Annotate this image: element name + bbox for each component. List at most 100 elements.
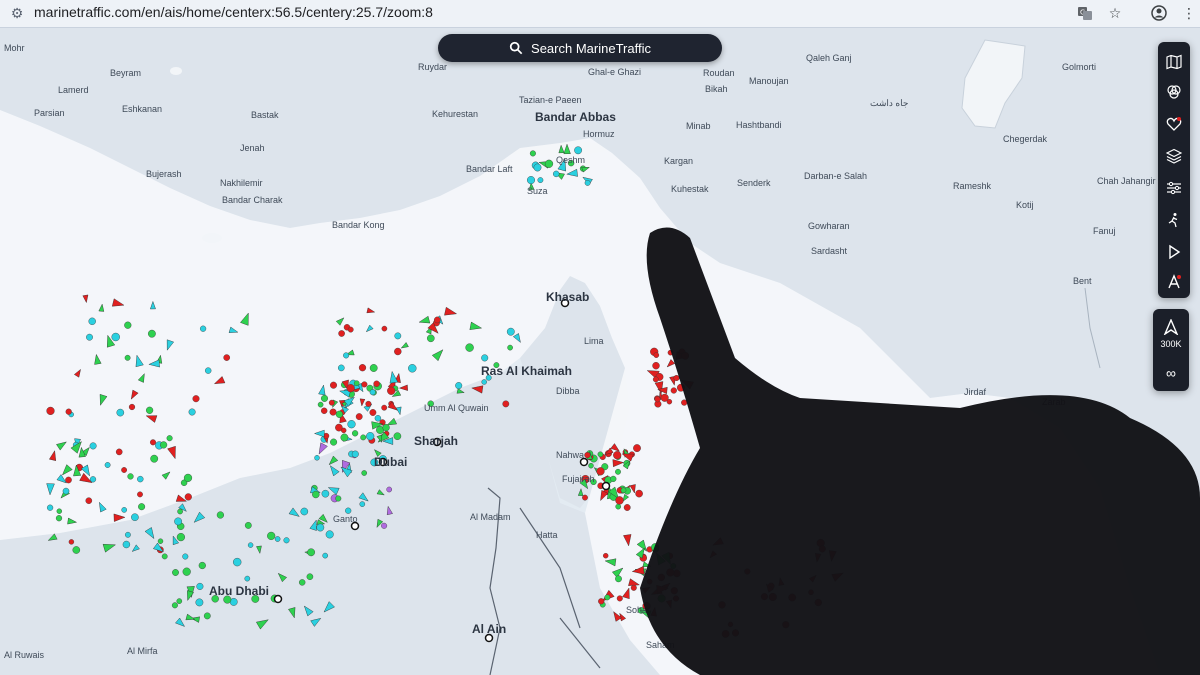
vessel-arrow[interactable]	[167, 445, 176, 460]
vessel-dot[interactable]	[426, 334, 435, 343]
vessel-dot[interactable]	[610, 475, 617, 483]
vessel-arrow[interactable]	[130, 389, 139, 400]
vessel-dot[interactable]	[672, 595, 680, 602]
vessel-arrow[interactable]	[327, 487, 340, 496]
vessel-arrow[interactable]	[56, 441, 67, 451]
profile-icon[interactable]	[1150, 5, 1168, 23]
vessel-dot[interactable]	[341, 427, 347, 434]
vessel-arrow[interactable]	[365, 324, 374, 333]
vessel-dot[interactable]	[630, 584, 637, 591]
vessel-dot[interactable]	[161, 553, 168, 560]
route-icon[interactable]	[1162, 270, 1186, 294]
vessel-arrow[interactable]	[641, 586, 651, 594]
vessel-arrow[interactable]	[67, 517, 78, 525]
vessel-dot[interactable]	[670, 387, 677, 394]
vessel-dot[interactable]	[335, 495, 342, 502]
vessel-dot[interactable]	[128, 403, 136, 411]
vessel-dot[interactable]	[465, 343, 474, 352]
vessel-arrow[interactable]	[144, 527, 155, 540]
vessel-arrow[interactable]	[622, 587, 630, 600]
vessel-dot[interactable]	[620, 487, 627, 494]
vessel-dot[interactable]	[115, 448, 123, 456]
vessel-arrow[interactable]	[288, 607, 296, 619]
vessel-dot[interactable]	[127, 473, 134, 480]
vessel-arrow[interactable]	[47, 533, 58, 541]
vessel-dot[interactable]	[137, 491, 143, 498]
vessel-arrow[interactable]	[145, 415, 158, 423]
vessel-arrow[interactable]	[469, 321, 483, 330]
vessel-arrow[interactable]	[161, 471, 171, 480]
vessel-markers-layer[interactable]	[0, 28, 1200, 675]
vessel-dot[interactable]	[670, 563, 677, 569]
filter-icon[interactable]	[1162, 80, 1186, 104]
url-text[interactable]: marinetraffic.com/en/ais/home/centerx:56…	[34, 4, 433, 20]
vessel-dot[interactable]	[122, 540, 131, 549]
vessel-dot[interactable]	[316, 523, 325, 532]
vessel-dot[interactable]	[204, 367, 212, 374]
vessel-arrow[interactable]	[187, 590, 195, 602]
vessel-dot[interactable]	[604, 594, 611, 601]
vessel-dot[interactable]	[623, 504, 631, 511]
vessel-arrow[interactable]	[828, 550, 837, 562]
vessel-arrow[interactable]	[444, 306, 458, 316]
vessel-dot[interactable]	[808, 589, 814, 596]
vessel-dot[interactable]	[653, 352, 660, 358]
vessel-dot[interactable]	[633, 444, 641, 452]
vessel-dot[interactable]	[681, 351, 690, 360]
vessel-arrow[interactable]	[148, 359, 160, 368]
vessel-dot[interactable]	[89, 442, 97, 450]
vessel-dot[interactable]	[673, 375, 680, 382]
vessel-arrow[interactable]	[577, 488, 584, 496]
vessel-dot[interactable]	[216, 511, 225, 519]
play-icon[interactable]	[1162, 240, 1186, 264]
vessel-dot[interactable]	[768, 592, 777, 602]
vessel-arrow[interactable]	[642, 561, 652, 568]
vessel-arrow[interactable]	[650, 606, 657, 617]
vessel-dot[interactable]	[149, 439, 156, 446]
vessel-dot[interactable]	[613, 451, 622, 460]
vessel-dot[interactable]	[574, 146, 582, 155]
infinity-button[interactable]: ∞	[1153, 365, 1189, 381]
site-info-icon[interactable]: ⚙	[8, 5, 26, 23]
vessel-arrow[interactable]	[398, 384, 408, 391]
vessel-arrow[interactable]	[150, 300, 156, 310]
vessel-arrow[interactable]	[636, 539, 647, 552]
vessel-dot[interactable]	[455, 382, 463, 390]
vessel-dot[interactable]	[394, 347, 402, 356]
map-canvas[interactable]: Mohr Ruydar Qaleh Ganj Golmorti Beyram Ghal-e…	[0, 28, 1200, 675]
vessel-dot[interactable]	[337, 364, 345, 372]
vessel-dot[interactable]	[386, 486, 393, 493]
vessel-arrow[interactable]	[318, 384, 326, 396]
vessel-arrow[interactable]	[778, 577, 785, 586]
search-bar[interactable]: Search MarineTraffic	[438, 34, 722, 62]
vessel-dot[interactable]	[652, 362, 660, 370]
vessel-arrow[interactable]	[185, 613, 196, 621]
vessel-dot[interactable]	[65, 408, 72, 415]
vessel-arrow[interactable]	[471, 385, 484, 394]
vessel-dot[interactable]	[352, 430, 359, 437]
vessel-dot[interactable]	[718, 601, 726, 609]
vessel-dot[interactable]	[481, 354, 489, 362]
vessel-arrow[interactable]	[46, 483, 55, 496]
vessel-arrow[interactable]	[358, 492, 369, 502]
vessel-arrow[interactable]	[631, 565, 645, 575]
vessel-arrow[interactable]	[386, 417, 398, 426]
vessel-arrow[interactable]	[386, 505, 393, 516]
vessel-dot[interactable]	[533, 163, 542, 172]
vessel-arrow[interactable]	[329, 465, 340, 477]
vessel-dot[interactable]	[177, 508, 183, 515]
vessel-arrow[interactable]	[310, 617, 322, 627]
vessel-dot[interactable]	[321, 394, 329, 402]
translate-icon[interactable]: G	[1076, 5, 1094, 23]
vessel-dot[interactable]	[198, 561, 206, 570]
vessel-dot[interactable]	[166, 435, 173, 442]
vessel-arrow[interactable]	[808, 574, 817, 583]
vessel-dot[interactable]	[338, 330, 345, 337]
vessel-dot[interactable]	[347, 420, 356, 429]
vessel-dot[interactable]	[361, 381, 368, 388]
vessel-dot[interactable]	[584, 179, 591, 186]
vessel-arrow[interactable]	[135, 354, 144, 368]
vessel-arrow[interactable]	[359, 398, 366, 407]
vessel-arrow[interactable]	[73, 368, 81, 378]
vessel-arrow[interactable]	[400, 342, 409, 349]
